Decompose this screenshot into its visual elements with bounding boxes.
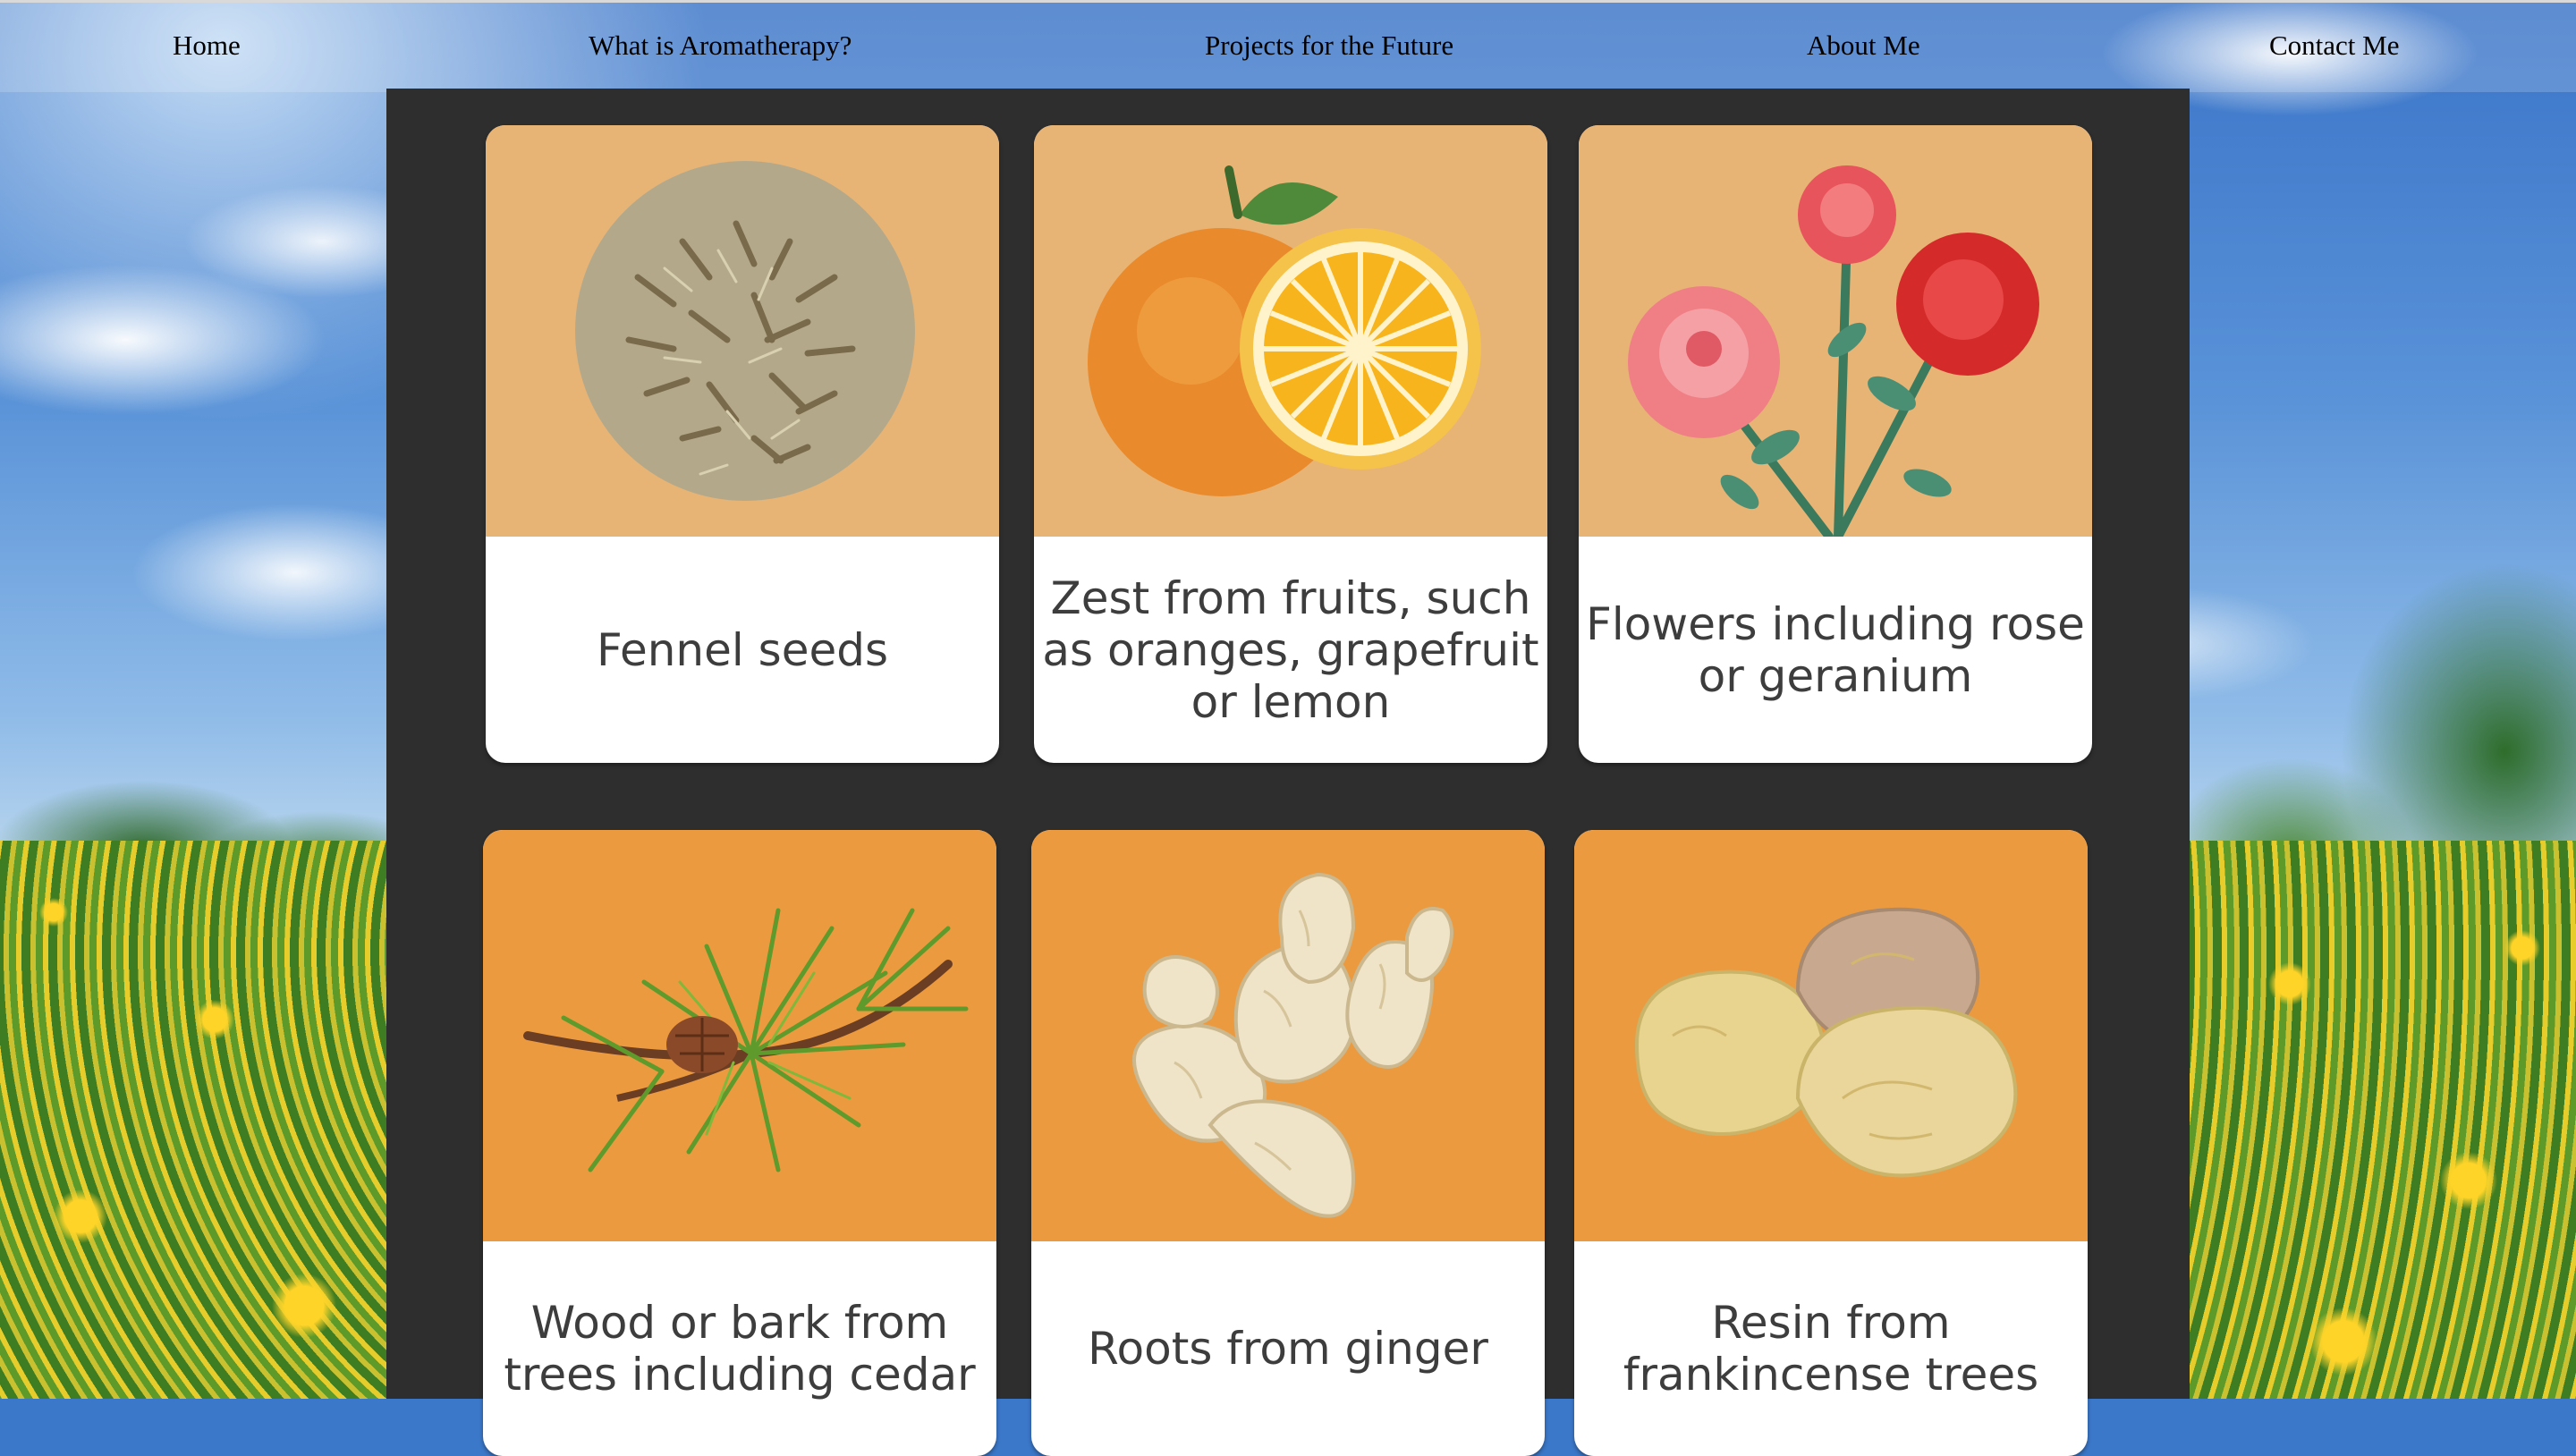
card-label: Wood or bark from trees including cedar	[504, 1297, 976, 1401]
card-citrus-zest: Zest from fruits, such as oranges, grape…	[1034, 125, 1547, 763]
card-wood-bark: Wood or bark from trees including cedar	[483, 830, 996, 1456]
nav-about-me-link[interactable]: About Me	[1807, 30, 1920, 62]
nav-what-is-aromatherapy-link[interactable]: What is Aromatherapy?	[589, 30, 852, 62]
nav-home-link[interactable]: Home	[173, 30, 241, 62]
ginger-root-icon	[1031, 830, 1545, 1241]
citrus-icon	[1034, 125, 1547, 537]
fennel-seeds-icon	[486, 125, 999, 537]
card-label: Resin from frankincense trees	[1623, 1297, 2039, 1401]
card-label: Flowers including rose or geranium	[1586, 597, 2085, 702]
card-fennel-seeds: Fennel seeds	[486, 125, 999, 763]
card-label: Zest from fruits, such as oranges, grape…	[1042, 571, 1539, 728]
resin-icon	[1574, 830, 2088, 1241]
card-resin: Resin from frankincense trees	[1574, 830, 2088, 1456]
content-panel: Fennel seeds Zest from fruits, such as o…	[386, 89, 2190, 1456]
card-ginger-roots: Roots from ginger	[1031, 830, 1545, 1456]
roses-icon	[1579, 125, 2092, 537]
card-flowers: Flowers including rose or geranium	[1579, 125, 2092, 763]
nav-projects-link[interactable]: Projects for the Future	[1205, 30, 1453, 62]
pine-branch-icon	[483, 830, 996, 1241]
card-label: Roots from ginger	[1088, 1323, 1488, 1375]
nav-contact-me-link[interactable]: Contact Me	[2269, 30, 2400, 62]
top-navigation: Home What is Aromatherapy? Projects for …	[0, 0, 2576, 92]
card-label: Fennel seeds	[596, 623, 889, 676]
